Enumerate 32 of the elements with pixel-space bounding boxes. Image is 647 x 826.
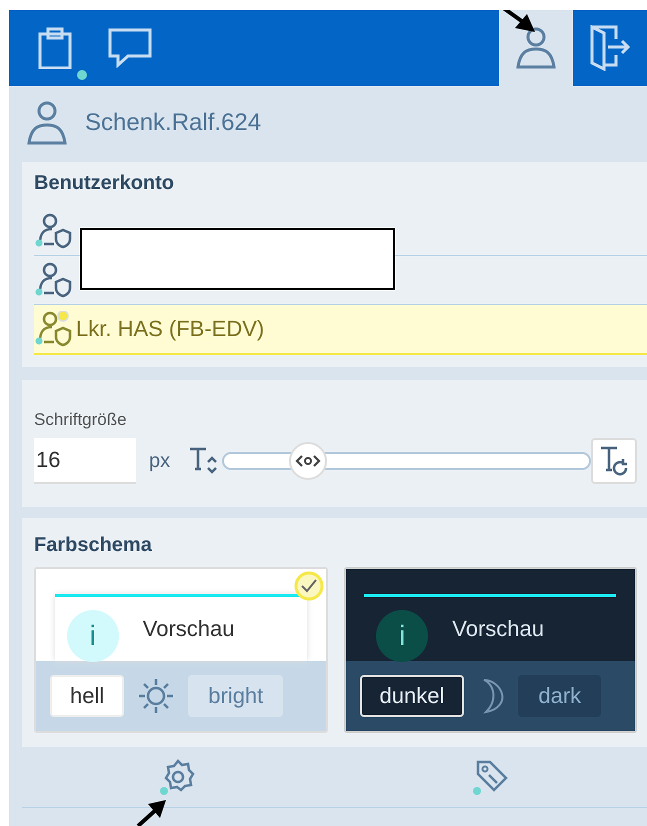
- reset-font-size-button[interactable]: [591, 438, 637, 484]
- text-reset-icon: [599, 444, 629, 478]
- theme-alt-label: dark: [518, 675, 602, 717]
- font-size-input[interactable]: 16: [34, 438, 136, 484]
- theme-name: hell: [50, 675, 124, 717]
- user-name: Schenk.Ralf.624: [85, 109, 262, 137]
- user-icon: [27, 101, 67, 145]
- account-name: Lkr. HAS (FB-EDV): [76, 316, 264, 342]
- theme-alt-label: bright: [188, 675, 284, 717]
- slider-thumb[interactable]: [289, 442, 328, 480]
- user-shield-icon: [34, 262, 72, 298]
- door-exit-icon: [590, 25, 630, 71]
- user-shield-icon: [34, 311, 72, 347]
- account-item[interactable]: Lkr. HAS (FB-EDV): [34, 305, 647, 355]
- sun-icon: [138, 678, 174, 714]
- chat-icon: [108, 28, 152, 68]
- info-icon: i: [66, 610, 119, 662]
- field-label: Schriftgröße: [34, 410, 128, 430]
- section-title: Benutzerkonto: [34, 172, 175, 195]
- unit-label: px: [149, 450, 170, 472]
- section-title: Farbschema: [34, 534, 153, 557]
- annotation-arrow: [134, 798, 168, 826]
- preview-label: Vorschau: [452, 616, 544, 642]
- font-size-slider[interactable]: [222, 442, 591, 480]
- theme-option[interactable]: i Vorschau dunkel dark: [344, 567, 637, 733]
- theme-name: dunkel: [360, 675, 464, 717]
- theme-option[interactable]: i Vorschau hell bright: [34, 567, 328, 733]
- user-icon: [516, 27, 556, 69]
- preview-label: Vorschau: [142, 616, 234, 642]
- info-icon: i: [376, 610, 428, 662]
- header-tab[interactable]: [499, 10, 573, 86]
- user-shield-icon: [34, 213, 72, 249]
